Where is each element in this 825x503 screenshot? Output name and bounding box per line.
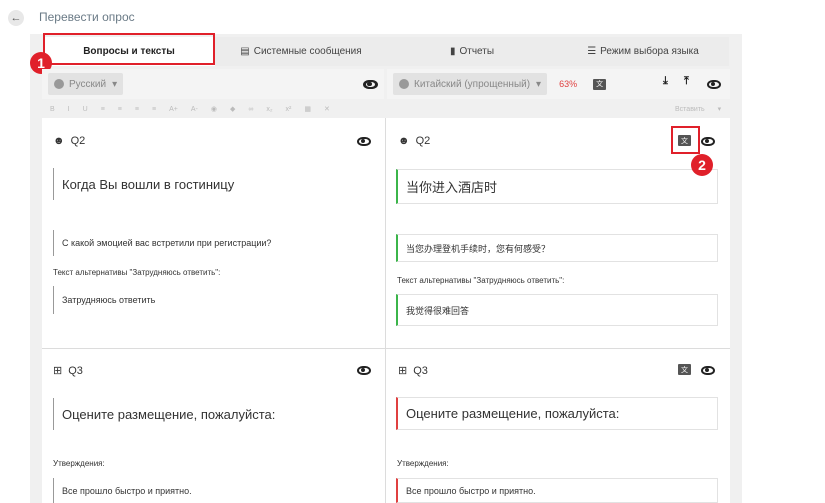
eye-icon[interactable] (357, 366, 371, 375)
caret-down-icon: ▾ (717, 106, 722, 113)
target-lang-bar: Китайский (упрощенный) ▾ 63% 文 ⤓ ⤒ (364, 69, 730, 99)
justify-icon[interactable]: ≡ (152, 106, 156, 113)
q3-target-header: ⊞ Q3 (398, 364, 428, 378)
question-id: Q3 (68, 364, 83, 377)
q2-source-alt-label: Текст альтернативы "Затрудняюсь ответить… (53, 268, 221, 277)
target-lang-select[interactable]: Китайский (упрощенный) ▾ (393, 73, 548, 95)
align-left-icon[interactable]: ≡ (101, 106, 105, 113)
source-lang-label: Русский (69, 78, 107, 90)
q2-source-subtitle[interactable]: С какой эмоцией вас встретили при регист… (53, 230, 373, 256)
globe-icon (399, 79, 409, 89)
eye-icon[interactable] (701, 366, 715, 375)
eye-icon[interactable] (701, 137, 715, 146)
italic-icon[interactable]: I (68, 106, 70, 113)
subscript-icon[interactable]: x₂ (266, 106, 272, 113)
q2-target-alt-label: Текст альтернативы "Затрудняюсь ответить… (397, 276, 565, 285)
tab-language-mode[interactable]: ☰ Режим выбора языка (557, 37, 729, 66)
emoji-icon: ☻ (398, 135, 410, 147)
row-divider (42, 348, 730, 349)
eye-icon[interactable] (707, 80, 721, 89)
q3-source-statements-label: Утверждения: (53, 459, 105, 468)
annotation-badge-2: 2 (691, 154, 713, 176)
source-lang-select[interactable]: Русский ▾ (48, 73, 124, 95)
page: ← Перевести опрос Вопросы и тексты ▤ Сист… (0, 0, 825, 503)
q2-source-title[interactable]: Когда Вы вошли в гостиницу (53, 168, 373, 200)
translate-icon[interactable]: 文 (678, 364, 691, 375)
message-icon: ▤ (240, 46, 250, 57)
upload-icon[interactable]: ⤒ (684, 75, 689, 88)
highlight-box-translate (671, 126, 700, 154)
tab-reports[interactable]: ▮ Отчеты (387, 37, 557, 66)
source-lang-bar: Русский ▾ (42, 69, 384, 99)
grid-icon: ⊞ (53, 365, 63, 377)
palette-icon[interactable]: ◉ (211, 105, 217, 113)
clear-format-icon[interactable]: ✕ (324, 105, 330, 113)
q3-source-title[interactable]: Оцените размещение, пожалуйста: (53, 398, 373, 430)
q3-target-statements-label: Утверждения: (397, 459, 449, 468)
eye-icon[interactable] (364, 80, 378, 89)
tab-system-messages[interactable]: ▤ Системные сообщения (215, 37, 387, 66)
q2-target-alt-text[interactable]: 我觉得很难回答 (396, 294, 718, 326)
caret-down-icon: ▾ (536, 78, 542, 90)
emoji-icon: ☻ (53, 135, 65, 147)
align-center-icon[interactable]: ≡ (118, 106, 122, 113)
q3-target-statement-1[interactable]: Все прошло быстро и приятно. (396, 478, 718, 503)
globe-icon (54, 79, 64, 89)
question-id: Q2 (70, 135, 86, 147)
translation-percent: 63% (559, 79, 578, 89)
underline-icon[interactable]: U (83, 106, 88, 113)
q2-source-header: ☻ Q2 (53, 135, 85, 147)
insert-dropdown[interactable]: Вставить ▾ (675, 101, 734, 117)
q3-target-title[interactable]: Оцените размещение, пожалуйста: (396, 397, 718, 430)
list-icon: ☰ (587, 46, 597, 57)
format-toolbar: B I U ≡ ≡ ≡ ≡ A+ A- ◉ ◆ ∞ x₂ x² ▦ ✕ (50, 101, 343, 117)
target-lang-label: Китайский (упрощенный) (414, 78, 531, 90)
page-title: Перевести опрос (39, 10, 135, 24)
fill-icon[interactable]: ◆ (230, 105, 235, 113)
q2-source-alt-text[interactable]: Затрудняюсь ответить (53, 286, 373, 314)
q2-target-header: ☻ Q2 (398, 135, 430, 147)
link-icon[interactable]: ∞ (248, 106, 253, 113)
tab-label: Отчеты (459, 46, 495, 57)
font-up-icon[interactable]: A+ (169, 106, 178, 113)
grid-icon: ⊞ (398, 365, 408, 377)
align-right-icon[interactable]: ≡ (135, 106, 139, 113)
q3-source-statement-1[interactable]: Все прошло быстро и приятно. (53, 478, 373, 503)
highlight-box-tab (43, 33, 215, 65)
q3-source-header: ⊞ Q3 (53, 364, 83, 378)
caret-down-icon: ▾ (112, 78, 118, 90)
column-divider (385, 118, 386, 503)
back-arrow-icon[interactable]: ← (8, 10, 24, 26)
table-icon[interactable]: ▦ (304, 105, 311, 113)
q2-target-title[interactable]: 当你进入酒店时 (396, 169, 718, 204)
font-down-icon[interactable]: A- (191, 106, 198, 113)
tab-label: Режим выбора языка (600, 46, 699, 57)
q2-target-subtitle[interactable]: 当您办理登机手续时，您有何感受？ (396, 234, 718, 262)
superscript-icon[interactable]: x² (286, 106, 292, 113)
tab-label: Системные сообщения (253, 46, 362, 57)
bold-icon[interactable]: B (50, 106, 55, 113)
eye-icon[interactable] (357, 137, 371, 146)
download-icon[interactable]: ⤓ (663, 75, 668, 88)
bar-chart-icon: ▮ (449, 46, 456, 57)
top-bar: ← Перевести опрос (0, 0, 825, 34)
insert-label: Вставить (675, 105, 705, 113)
question-id: Q3 (413, 364, 428, 377)
question-id: Q2 (415, 135, 431, 147)
translate-icon[interactable]: 文 (593, 78, 607, 90)
